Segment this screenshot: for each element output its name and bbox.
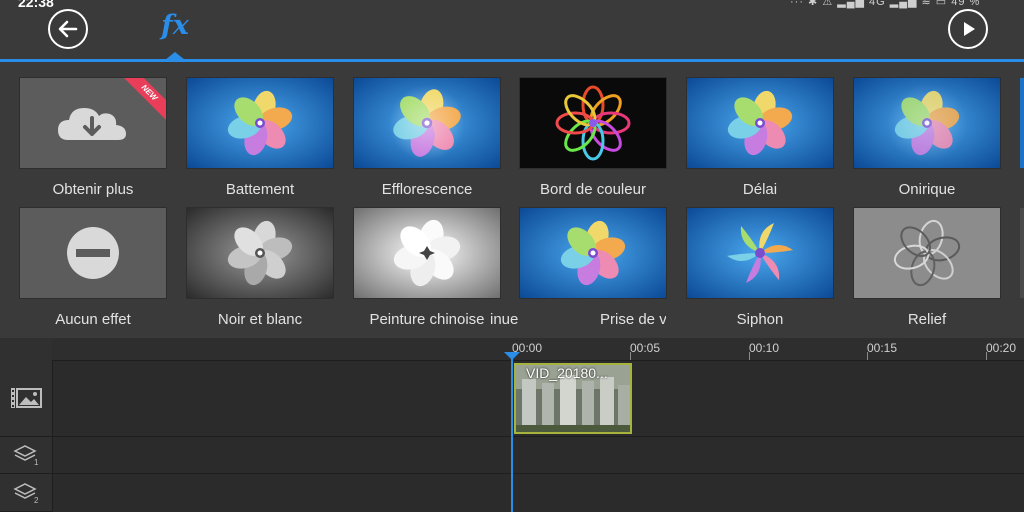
new-badge: NEW: [122, 78, 166, 122]
effect-partial-thumbnail[interactable]: [1020, 78, 1024, 168]
fx-tab-label: fx: [161, 10, 189, 41]
ruler-tick-label: 00:10: [749, 341, 780, 355]
track-header-overlay-1[interactable]: 1: [0, 437, 52, 474]
overlay-track-1[interactable]: [52, 437, 1024, 474]
tab-fx[interactable]: fx: [155, 6, 195, 60]
effect-thumbnail: [687, 208, 833, 298]
effect-peinture-chinoise[interactable]: Peinture chinoise: [354, 208, 500, 328]
effect-thumbnail: [354, 208, 500, 298]
effect-siphon[interactable]: Siphon: [687, 208, 833, 328]
arrow-left-icon: [58, 20, 78, 38]
back-button[interactable]: [48, 9, 88, 49]
effect-relief[interactable]: Relief: [854, 208, 1000, 328]
effect-label: Relief: [907, 311, 947, 328]
track-number: 2: [34, 496, 39, 505]
effect-label: Onirique: [898, 181, 956, 198]
effect-bord-de-couleur[interactable]: Bord de couleur: [520, 78, 666, 198]
effect-label: Obtenir plus: [52, 181, 134, 198]
track-headers: 1 2: [0, 338, 53, 512]
effect-label: Battement: [225, 181, 295, 198]
track-header-video[interactable]: [0, 360, 52, 437]
effect-onirique[interactable]: Onirique: [854, 78, 1000, 198]
playhead[interactable]: [511, 352, 513, 512]
ruler-tick: [630, 352, 631, 360]
effect-label-overflow: Prise de v: [600, 311, 666, 328]
effect-label-partial: inue: [490, 311, 519, 328]
ruler-tick-label: 00:15: [867, 341, 898, 355]
overlay-track-2[interactable]: [52, 474, 1024, 511]
effect-thumbnail: [854, 208, 1000, 298]
overlay-layer-icon: 2: [13, 482, 39, 505]
overlay-layer-icon: 1: [13, 445, 39, 467]
play-icon: [964, 22, 975, 36]
effect-label: Efflorescence: [381, 181, 473, 198]
image-video-track-icon: [11, 388, 42, 408]
effect-prise-de-vue[interactable]: inue Prise de v: [490, 208, 666, 328]
track-number: 1: [34, 458, 39, 467]
ruler-tick-label: 00:20: [986, 341, 1017, 355]
effect-label: Aucun effet: [55, 311, 131, 328]
time-ruler[interactable]: 00:00 00:05 00:10 00:15 00:20: [52, 338, 1024, 361]
effect-thumbnail: [520, 78, 666, 168]
effect-thumbnail: [520, 208, 666, 298]
toolbar: fx: [0, 0, 1024, 60]
effects-grid: NEW Obtenir plus Battement Efflorescence: [0, 62, 1024, 338]
video-clip[interactable]: VID_20180...: [514, 363, 632, 434]
effect-label: Siphon: [736, 311, 784, 328]
effect-delai[interactable]: Délai: [687, 78, 833, 198]
effect-thumbnail: [687, 78, 833, 168]
effect-partial-thumbnail[interactable]: [1020, 208, 1024, 298]
effect-label: Bord de couleur: [540, 181, 646, 198]
effect-label: Noir et blanc: [217, 311, 303, 328]
effect-noir-et-blanc[interactable]: Noir et blanc: [187, 208, 333, 328]
effect-efflorescence[interactable]: Efflorescence: [354, 78, 500, 198]
effect-thumbnail: [854, 78, 1000, 168]
effect-thumbnail: [187, 78, 333, 168]
effect-thumbnail: NEW: [20, 78, 166, 168]
effect-thumbnail: [20, 208, 166, 298]
effect-thumbnail: [354, 78, 500, 168]
track-header-overlay-2[interactable]: 2: [0, 474, 52, 512]
ruler-tick: [986, 352, 987, 360]
ruler-tick-label: 00:05: [630, 341, 661, 355]
effect-aucun-effet[interactable]: Aucun effet: [20, 208, 166, 328]
playhead-handle[interactable]: [504, 352, 520, 360]
effect-label: Délai: [742, 181, 778, 198]
ruler-tick: [749, 352, 750, 360]
clip-label: VID_20180...: [526, 365, 608, 381]
effect-battement[interactable]: Battement: [187, 78, 333, 198]
effect-thumbnail: [187, 208, 333, 298]
ruler-tick: [867, 352, 868, 360]
no-entry-icon: [67, 227, 119, 279]
play-button[interactable]: [948, 9, 988, 49]
effect-obtenir-plus[interactable]: NEW Obtenir plus: [20, 78, 166, 198]
